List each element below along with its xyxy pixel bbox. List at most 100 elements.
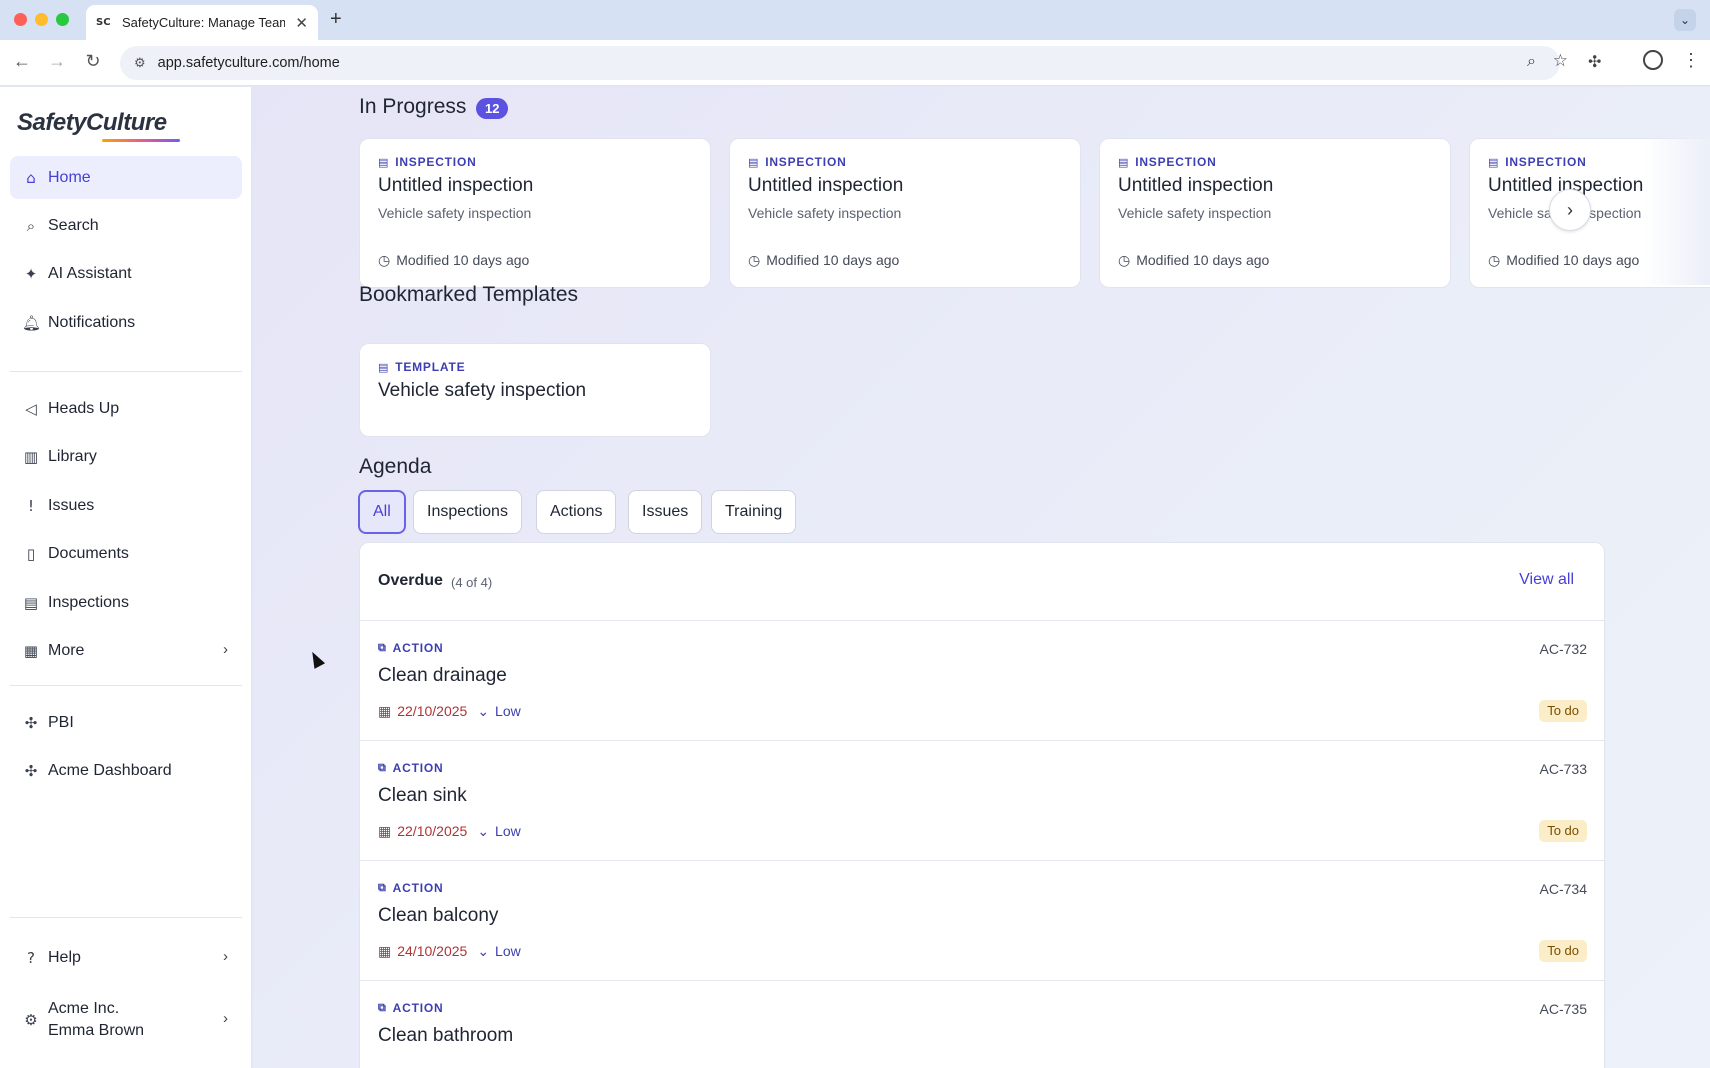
browser-menu-icon[interactable]: ⋮	[1682, 50, 1700, 71]
card-subtitle: Vehicle safety inspection	[378, 205, 532, 221]
sidebar-item-documents[interactable]: ▯ Documents	[10, 532, 242, 575]
action-icon: ⧉	[378, 881, 387, 894]
action-row[interactable]: ⧉ ACTION Clean balcony ▦ 24/10/2025 ⌄ Low A…	[360, 861, 1604, 981]
card-title: Untitled inspection	[748, 175, 904, 196]
filter-training-button[interactable]: Training	[711, 490, 797, 534]
sidebar-item-help[interactable]: ? Help ›	[10, 936, 242, 979]
browser-tab-bar: SC SafetyCulture: Manage Teams ✕ + ⌄	[0, 0, 1710, 40]
card-modified: Modified 10 days ago	[1506, 252, 1640, 268]
action-id: AC-733	[1539, 761, 1587, 777]
sidebar-item-label: Heads Up	[48, 399, 120, 417]
maximize-window-button[interactable]	[56, 13, 69, 26]
sidebar-item-more[interactable]: ▦ More ›	[10, 629, 242, 672]
puzzle-icon: ✣	[24, 713, 38, 732]
close-window-button[interactable]	[14, 13, 27, 26]
carousel-next-button[interactable]: ›	[1549, 189, 1591, 231]
clock-icon: ◷	[1488, 252, 1501, 268]
in-progress-card[interactable]: ▤ INSPECTION Untitled inspection Vehicle …	[359, 138, 711, 288]
action-title: Clean bathroom	[378, 1025, 514, 1046]
sidebar-item-home[interactable]: ⌂ Home	[10, 156, 242, 199]
bookmarked-template-card[interactable]: ▤ TEMPLATE Vehicle safety inspection	[359, 343, 711, 437]
agenda-heading: Agenda	[359, 455, 432, 478]
chevron-down-icon: ⌄	[477, 703, 490, 719]
action-row[interactable]: ⧉ ACTION Clean sink ▦ 22/10/2025 ⌄ Low AC-7…	[360, 741, 1604, 861]
address-bar[interactable]: ⚙ app.safetyculture.com/home ⌕ ☆	[120, 46, 1568, 80]
tab-close-icon[interactable]: ✕	[295, 14, 308, 32]
extensions-icon[interactable]: ✣	[1588, 52, 1601, 72]
sidebar-item-acme-dashboard[interactable]: ✣ Acme Dashboard	[10, 749, 242, 792]
clipboard-icon: ▤	[23, 593, 39, 612]
card-type-label: INSPECTION	[1135, 155, 1217, 169]
safetyculture-logo[interactable]: SafetyCulture	[17, 109, 167, 137]
sidebar-item-label: Library	[48, 447, 97, 465]
chevron-down-icon: ⌄	[477, 823, 490, 839]
in-progress-heading: In Progress	[359, 95, 467, 118]
grid-icon: ▦	[23, 641, 39, 660]
action-id: AC-735	[1539, 1001, 1587, 1017]
sidebar-item-pbi[interactable]: ✣ PBI	[10, 701, 242, 744]
sidebar-item-ai-assistant[interactable]: ✦ AI Assistant	[10, 252, 242, 295]
in-progress-card[interactable]: ▤ INSPECTION Untitled inspection Vehicle …	[1099, 138, 1451, 288]
issue-icon: !	[27, 496, 34, 515]
logo-underline	[102, 139, 180, 142]
account-switcher[interactable]: ⚙ Acme Inc. Emma Brown ›	[10, 991, 242, 1049]
filter-issues-button[interactable]: Issues	[628, 490, 703, 534]
browser-tab[interactable]: SC SafetyCulture: Manage Teams ✕	[86, 5, 318, 40]
carousel-fade	[1643, 135, 1710, 285]
tab-search-chevron-icon[interactable]: ⌄	[1674, 9, 1696, 31]
clipboard-icon: ▤	[1488, 155, 1500, 169]
overdue-panel: Overdue (4 of 4) View all ⧉ ACTION Clean …	[359, 542, 1605, 1068]
card-type-label: INSPECTION	[765, 155, 847, 169]
gear-icon: ⚙	[24, 1011, 38, 1029]
action-title: Clean drainage	[378, 665, 507, 686]
in-progress-card[interactable]: ▤ INSPECTION Untitled inspection Vehicle …	[729, 138, 1081, 288]
org-name: Acme Inc.	[48, 1000, 120, 1017]
sidebar-item-notifications[interactable]: 🔔︎ Notifications	[10, 301, 242, 344]
new-tab-icon[interactable]: +	[330, 8, 342, 31]
sidebar-item-search[interactable]: ⌕ Search	[10, 204, 242, 247]
document-icon: ▯	[26, 544, 36, 563]
minimize-window-button[interactable]	[35, 13, 48, 26]
sidebar-item-issues[interactable]: ! Issues	[10, 484, 242, 527]
sidebar-item-inspections[interactable]: ▤ Inspections	[10, 581, 242, 624]
sidebar-item-label: Home	[48, 168, 91, 186]
sidebar-item-label: PBI	[48, 713, 74, 731]
action-icon: ⧉	[378, 641, 387, 654]
overdue-header: Overdue (4 of 4) View all	[360, 543, 1604, 621]
sidebar-item-library[interactable]: ▥ Library	[10, 435, 242, 478]
in-progress-count-badge: 12	[476, 98, 509, 119]
reload-icon[interactable]: ↻	[81, 51, 105, 72]
forward-icon[interactable]: →	[45, 51, 69, 72]
row-type-label: ACTION	[392, 761, 444, 775]
chevron-down-icon: ⌄	[477, 943, 490, 959]
back-icon[interactable]: ←	[10, 51, 34, 72]
action-row[interactable]: ⧉ ACTION Clean bathroom AC-735	[360, 981, 1604, 1068]
site-info-icon[interactable]: ⚙	[134, 55, 146, 71]
bookmarked-templates-heading: Bookmarked Templates	[359, 283, 579, 306]
main-content: In Progress 12 ▤ INSPECTION Untitled insp…	[253, 87, 1710, 1068]
action-title: Clean sink	[378, 785, 467, 806]
view-all-link[interactable]: View all	[1519, 571, 1574, 589]
sidebar-item-label: Acme Dashboard	[48, 761, 172, 779]
bookmark-star-icon[interactable]: ☆	[1553, 51, 1568, 71]
puzzle-icon: ✣	[24, 761, 38, 780]
sidebar-item-label: Help	[48, 948, 81, 966]
profile-icon[interactable]	[1643, 50, 1663, 70]
sidebar: SafetyCulture ⌂ Home ⌕ Search ✦ AI Assis…	[0, 87, 252, 1068]
clock-icon: ◷	[1118, 252, 1131, 268]
action-row[interactable]: ⧉ ACTION Clean drainage ▦ 22/10/2025 ⌄ Low …	[360, 621, 1604, 741]
filter-actions-button[interactable]: Actions	[536, 490, 617, 534]
card-type-label: INSPECTION	[395, 155, 477, 169]
url-text[interactable]: app.safetyculture.com/home	[158, 55, 340, 71]
sidebar-item-heads-up[interactable]: ◁ Heads Up	[10, 387, 242, 430]
clipboard-icon: ▤	[378, 360, 390, 374]
filter-inspections-button[interactable]: Inspections	[413, 490, 522, 534]
browser-toolbar: ← → ↻ ⚙ app.safetyculture.com/home ⌕ ☆ ✣…	[0, 40, 1710, 86]
home-icon: ⌂	[26, 168, 36, 187]
status-badge: To do	[1539, 700, 1587, 722]
zoom-icon[interactable]: ⌕	[1527, 53, 1536, 71]
sidebar-item-label: Search	[48, 216, 99, 234]
calendar-icon: ▦	[378, 823, 392, 839]
due-date: 22/10/2025	[397, 823, 468, 839]
filter-all-button[interactable]: All	[358, 490, 406, 534]
